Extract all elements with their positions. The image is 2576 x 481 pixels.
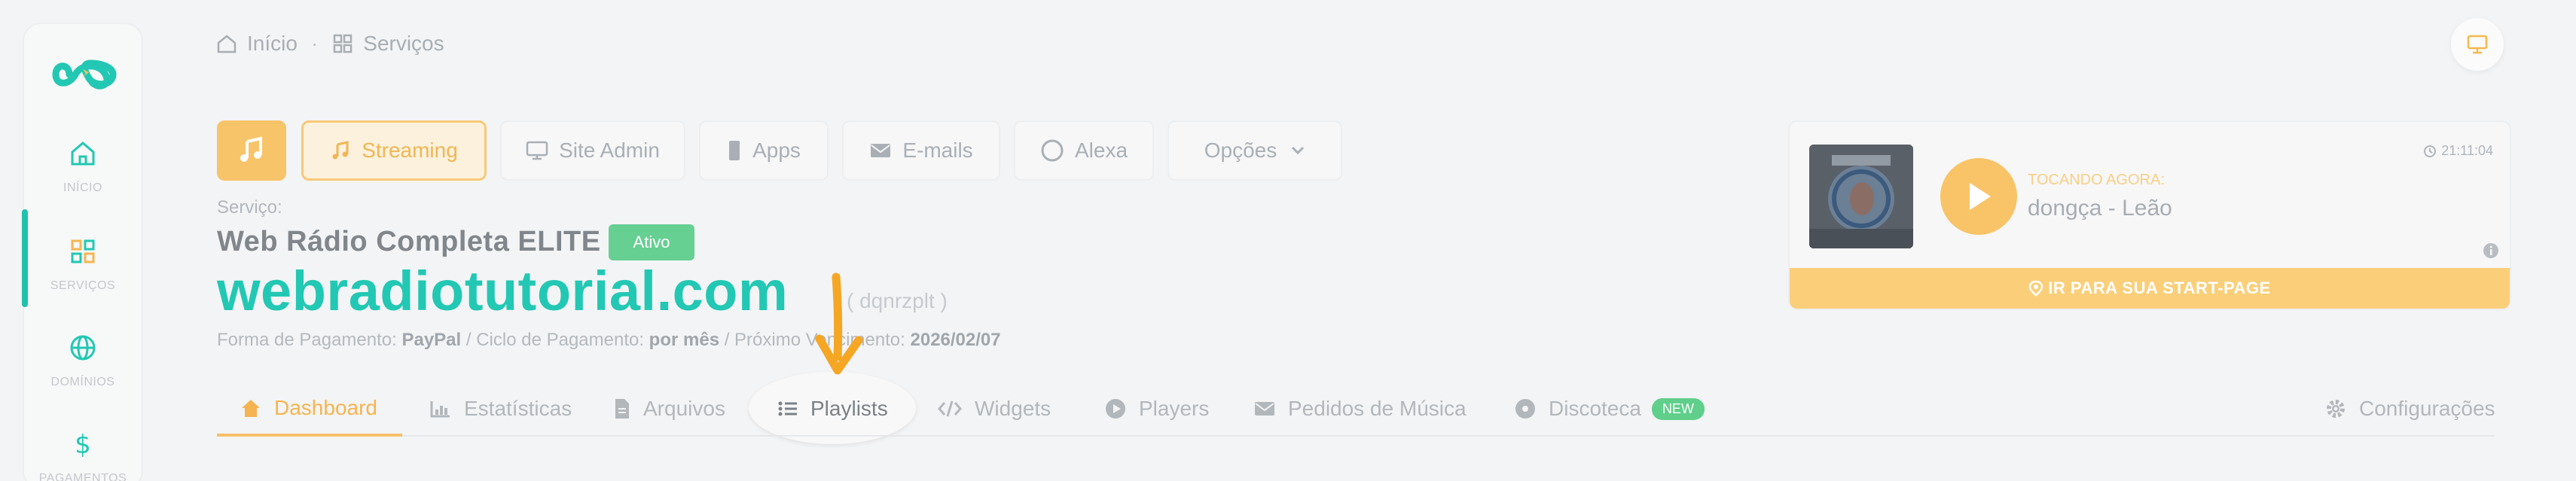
emails-button[interactable]: E-mails — [842, 120, 1000, 181]
tab-estatisticas[interactable]: Estatísticas — [429, 382, 572, 435]
site-admin-label: Site Admin — [559, 139, 660, 162]
envelope-icon — [1255, 402, 1274, 416]
tab-configuracoes[interactable]: Configurações — [2324, 382, 2495, 435]
tab-label: Estatísticas — [464, 397, 572, 420]
brand-logo — [52, 59, 117, 90]
play-icon — [1970, 183, 1991, 210]
info-icon[interactable] — [2483, 242, 2499, 259]
start-page-label: IR PARA SUA START-PAGE — [2048, 279, 2271, 297]
envelope-icon — [871, 144, 891, 157]
gear-icon — [2327, 400, 2345, 418]
player-clock: 21:11:04 — [2423, 143, 2493, 159]
monitor-button[interactable] — [2451, 18, 2504, 71]
monitor-icon — [2467, 35, 2488, 54]
sidebar-item-label: DOMÍNIOS — [50, 376, 115, 388]
sidebar-item-servicos[interactable]: SERVIÇOS — [24, 235, 142, 293]
tab-discoteca[interactable]: Discoteca NEW — [1514, 382, 1705, 435]
payment-prefix: Forma de Pagamento: — [217, 330, 402, 350]
sidebar-item-inicio[interactable]: INÍCIO — [24, 137, 142, 195]
tab-dashboard[interactable]: Dashboard — [217, 382, 402, 437]
sidebar-item-label: INÍCIO — [63, 181, 102, 194]
payment-info: Forma de Pagamento: PayPal / Ciclo de Pa… — [217, 330, 1001, 351]
apps-label: Apps — [752, 139, 801, 162]
dollar-icon: $ — [75, 430, 91, 460]
now-playing-card: TOCANDO AGORA: dongça - Leão 21:11:04 IR… — [1788, 120, 2511, 310]
tab-arquivos[interactable]: Arquivos — [613, 382, 725, 435]
options-dropdown[interactable]: Opções — [1167, 120, 1342, 181]
emails-label: E-mails — [902, 139, 973, 162]
streaming-label: Streaming — [362, 139, 458, 162]
svg-text:$: $ — [75, 430, 91, 460]
tab-label: Pedidos de Música — [1288, 397, 1467, 420]
new-badge: NEW — [1651, 397, 1705, 420]
home-icon — [242, 400, 260, 417]
sidebar-item-dominios[interactable]: DOMÍNIOS — [24, 331, 142, 389]
tab-label: Discoteca — [1549, 397, 1641, 420]
breadcrumb-home[interactable]: Início — [247, 32, 298, 56]
clock-icon — [2424, 145, 2437, 157]
now-playing-track: dongça - Leão — [2028, 196, 2172, 221]
clock-time: 21:11:04 — [2441, 143, 2493, 158]
sidebar-item-pagamentos[interactable]: $ PAGAMENTOS — [24, 428, 142, 481]
location-pin-icon — [2029, 280, 2043, 297]
service-tabs: Dashboard Estatísticas Arquivos Playlist… — [217, 382, 2495, 437]
service-domain[interactable]: webradiotutorial.com — [217, 259, 788, 323]
start-page-button[interactable]: IR PARA SUA START-PAGE — [1790, 268, 2510, 309]
tab-playlists[interactable]: Playlists — [777, 382, 888, 435]
tab-label: Arquivos — [643, 397, 725, 420]
due-date: 2026/02/07 — [910, 330, 1001, 350]
now-playing-label: TOCANDO AGORA: — [2028, 172, 2165, 188]
chevron-down-icon — [1292, 146, 1305, 155]
play-circle-icon — [1106, 399, 1125, 419]
music-note-icon — [240, 136, 262, 162]
sidebar: INÍCIO SERVIÇOS DOMÍNIOS $ PAGAMENTOS — [22, 23, 143, 481]
tab-label: Widgets — [975, 397, 1051, 420]
streaming-button[interactable]: Streaming — [301, 120, 487, 181]
status-badge: Ativo — [609, 224, 694, 260]
file-icon — [615, 399, 629, 419]
code-icon — [938, 400, 962, 417]
grid-icon — [334, 34, 353, 53]
breadcrumb-separator: · — [310, 32, 319, 55]
mobile-icon — [729, 141, 740, 160]
apps-button[interactable]: Apps — [699, 120, 829, 181]
music-button[interactable] — [217, 120, 286, 181]
music-note-icon — [332, 141, 349, 160]
chart-icon — [430, 401, 450, 418]
tab-pedidos-de-musica[interactable]: Pedidos de Música — [1253, 382, 1467, 435]
arrow-down-annotation — [815, 272, 863, 375]
list-icon — [778, 401, 797, 416]
sidebar-item-label: SERVIÇOS — [50, 279, 116, 292]
alexa-label: Alexa — [1074, 139, 1128, 162]
alexa-icon — [1041, 139, 1064, 162]
options-label: Opções — [1204, 139, 1277, 162]
home-icon — [71, 142, 95, 166]
tab-label: Playlists — [810, 397, 888, 420]
cycle-prefix: / Ciclo de Pagamento: — [461, 330, 649, 350]
payment-cycle: por mês — [649, 330, 720, 350]
play-button[interactable] — [1940, 158, 2017, 235]
album-art-image — [1809, 145, 1913, 248]
tab-label: Dashboard — [274, 396, 377, 419]
service-label: Serviço: — [217, 197, 282, 218]
alexa-button[interactable]: Alexa — [1014, 120, 1154, 181]
tab-players[interactable]: Players — [1104, 382, 1209, 435]
tab-widgets[interactable]: Widgets — [937, 382, 1051, 435]
breadcrumb: Início · Serviços — [215, 30, 444, 57]
monitor-icon — [526, 141, 548, 160]
album-art — [1809, 145, 1913, 248]
home-icon — [217, 35, 237, 53]
breadcrumb-current: Serviços — [363, 32, 444, 55]
payment-method: PayPal — [401, 330, 462, 350]
sidebar-item-label: PAGAMENTOS — [38, 472, 127, 481]
site-admin-button[interactable]: Site Admin — [500, 120, 685, 181]
service-name: Web Rádio Completa ELITE — [217, 226, 601, 257]
grid-icon — [71, 239, 95, 263]
disc-icon — [1515, 399, 1535, 419]
globe-icon — [70, 335, 96, 361]
tab-label: Configurações — [2359, 397, 2495, 420]
tab-label: Players — [1139, 397, 1210, 420]
